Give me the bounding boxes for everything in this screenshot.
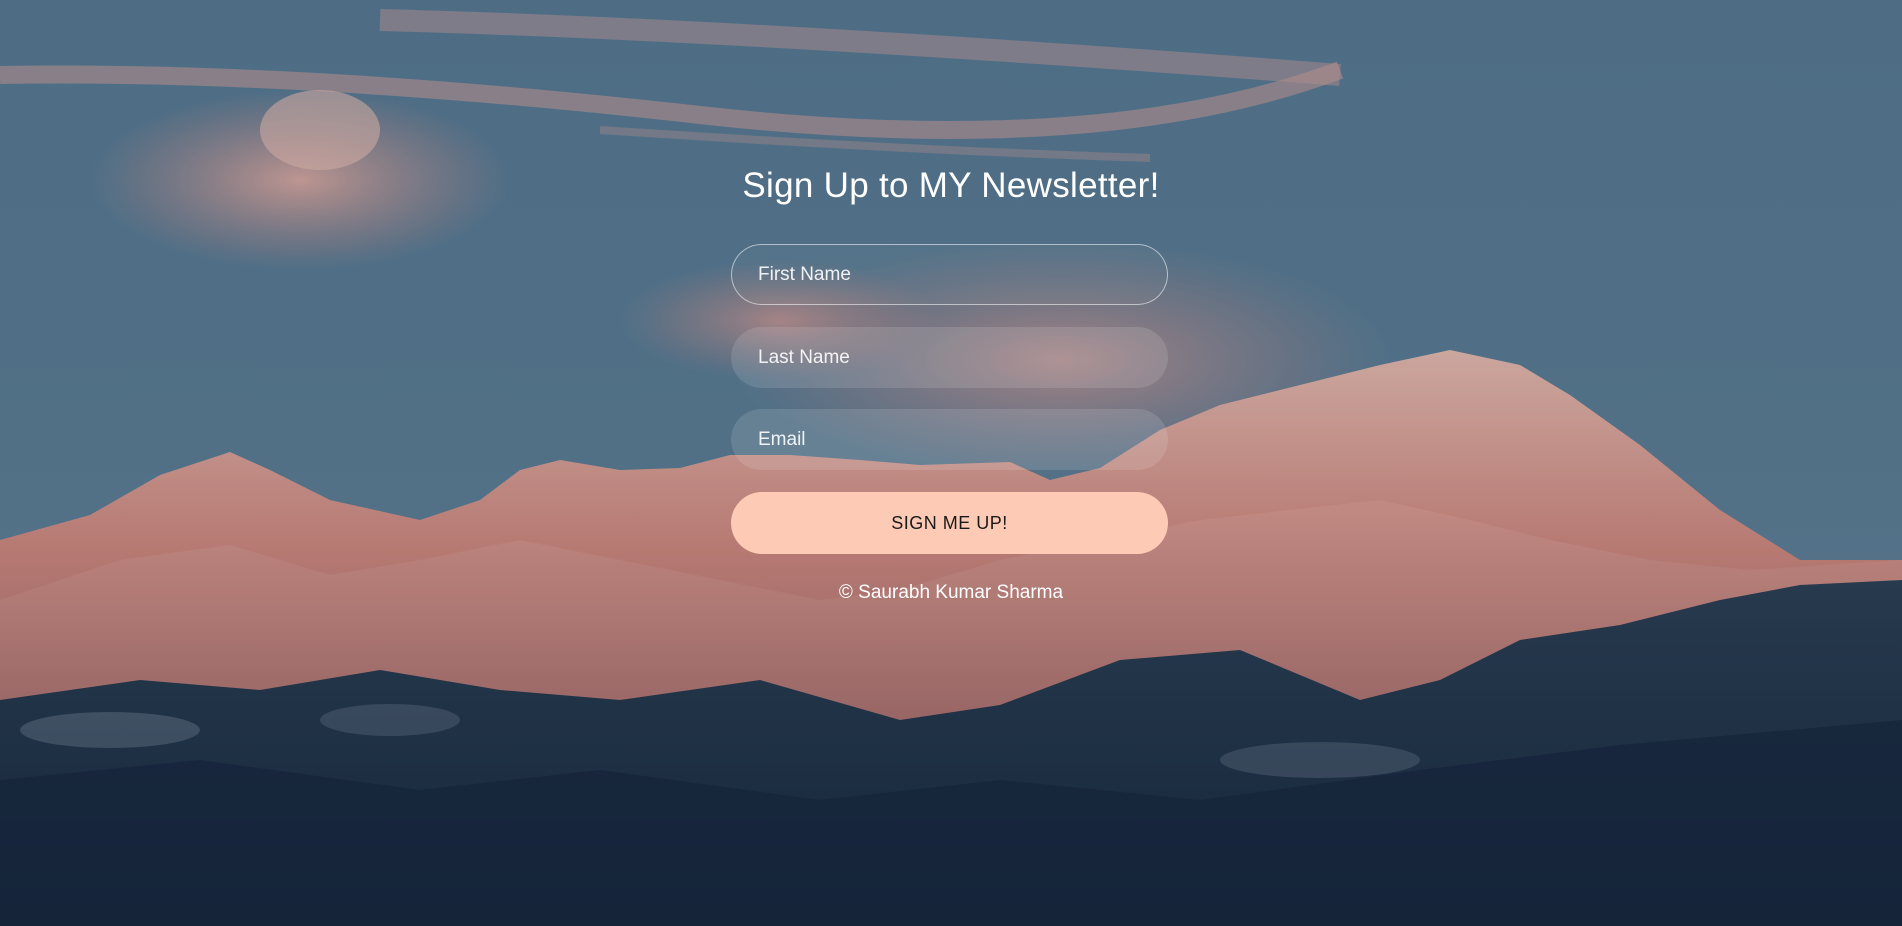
signup-form-container: Sign Up to MY Newsletter! SIGN ME UP! © … (0, 0, 1902, 926)
sign-me-up-button[interactable]: SIGN ME UP! (731, 492, 1168, 554)
email-input[interactable] (731, 409, 1168, 470)
last-name-input[interactable] (731, 327, 1168, 388)
first-name-input[interactable] (731, 244, 1168, 305)
page: Sign Up to MY Newsletter! SIGN ME UP! © … (0, 0, 1902, 926)
page-title: Sign Up to MY Newsletter! (742, 166, 1160, 205)
copyright-footer: © Saurabh Kumar Sharma (838, 582, 1064, 603)
